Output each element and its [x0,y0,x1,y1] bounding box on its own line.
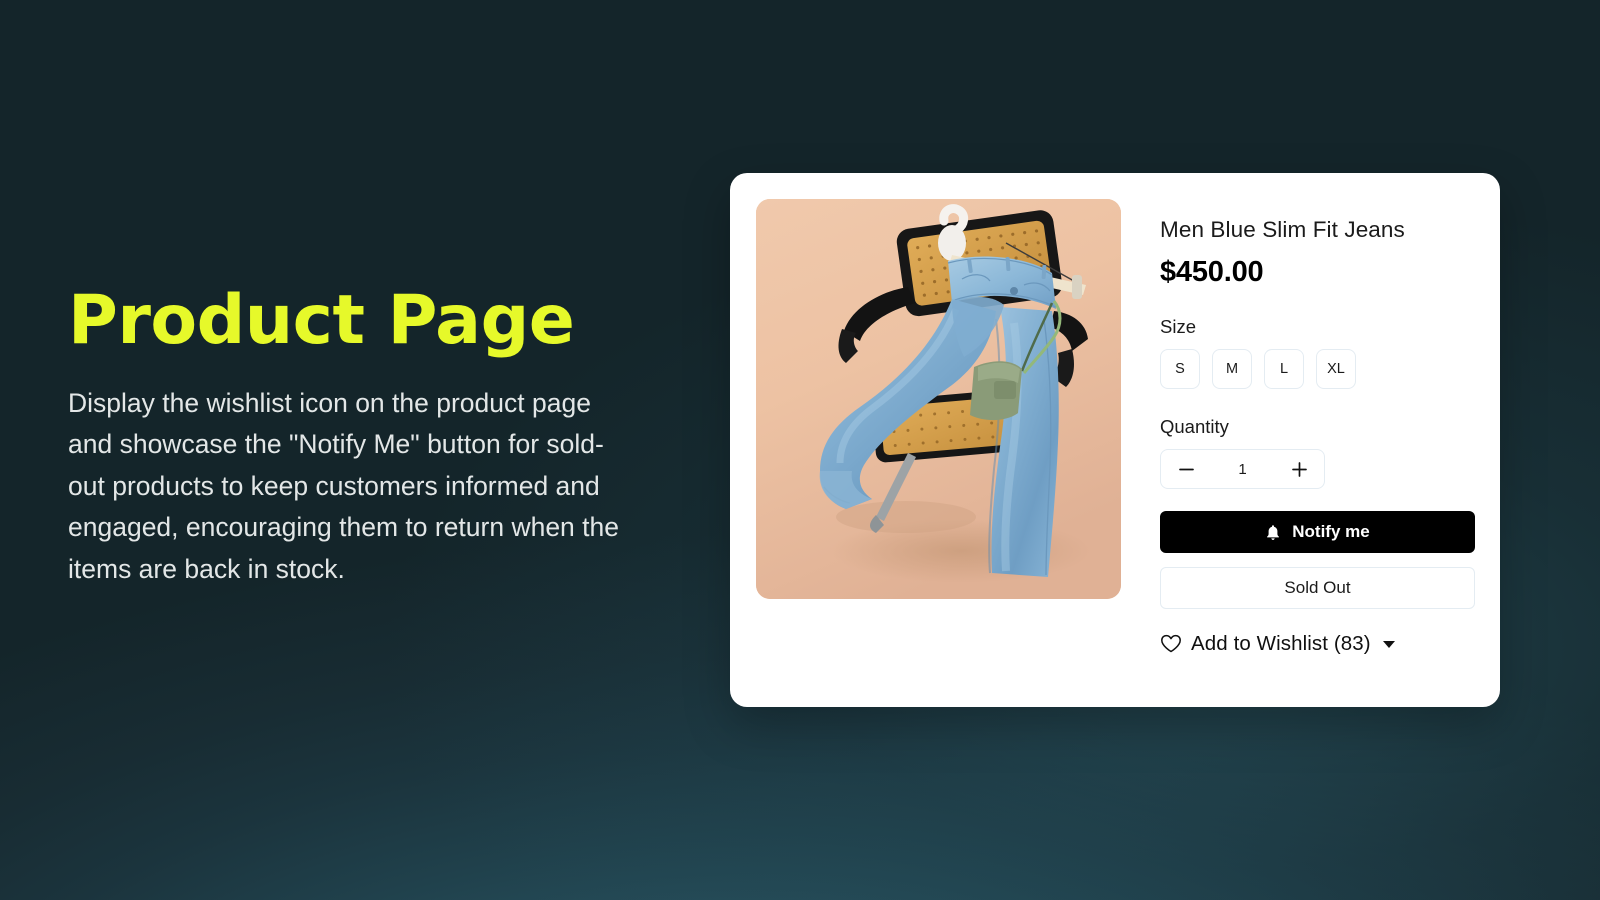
product-image [756,199,1121,599]
plus-icon [1291,461,1307,477]
chevron-down-icon[interactable] [1382,640,1395,648]
minus-icon [1178,468,1194,470]
size-option-label: M [1225,361,1239,377]
size-option-l[interactable]: L [1264,349,1304,389]
size-option-label: XL [1327,361,1345,377]
page-title: Product Page [68,281,575,360]
size-option-label: S [1175,361,1185,377]
heart-outline-icon [1161,634,1181,653]
size-option-m[interactable]: M [1212,349,1252,389]
quantity-label: Quantity [1160,416,1229,437]
intro-copy-block: Product Page Display the wishlist icon o… [68,281,648,590]
quantity-value[interactable]: 1 [1234,461,1252,478]
product-card: Men Blue Slim Fit Jeans $450.00 Size S M… [730,173,1500,707]
page-background: Product Page Display the wishlist icon o… [0,0,1600,900]
size-option-s[interactable]: S [1160,349,1200,389]
product-details: Men Blue Slim Fit Jeans $450.00 Size S M… [1160,199,1475,681]
product-title: Men Blue Slim Fit Jeans [1160,217,1405,242]
add-to-wishlist-button[interactable]: Add to Wishlist (83) [1160,632,1395,656]
size-option-xl[interactable]: XL [1316,349,1356,389]
sold-out-button[interactable]: Sold Out [1160,567,1475,609]
product-price: $450.00 [1160,256,1264,288]
size-option-label: L [1279,361,1289,377]
bell-icon [1267,524,1280,540]
quantity-decrease-button[interactable] [1175,458,1197,480]
size-label: Size [1160,316,1196,337]
sold-out-label: Sold Out [1284,578,1351,597]
quantity-increase-button[interactable] [1288,458,1310,480]
page-description: Display the wishlist icon on the product… [68,387,620,584]
add-to-wishlist-label: Add to Wishlist (83) [1191,632,1371,655]
size-options: S M L XL [1160,349,1475,389]
notify-me-button[interactable]: Notify me [1160,511,1475,553]
notify-me-label: Notify me [1292,522,1370,541]
quantity-stepper: 1 [1160,449,1325,489]
